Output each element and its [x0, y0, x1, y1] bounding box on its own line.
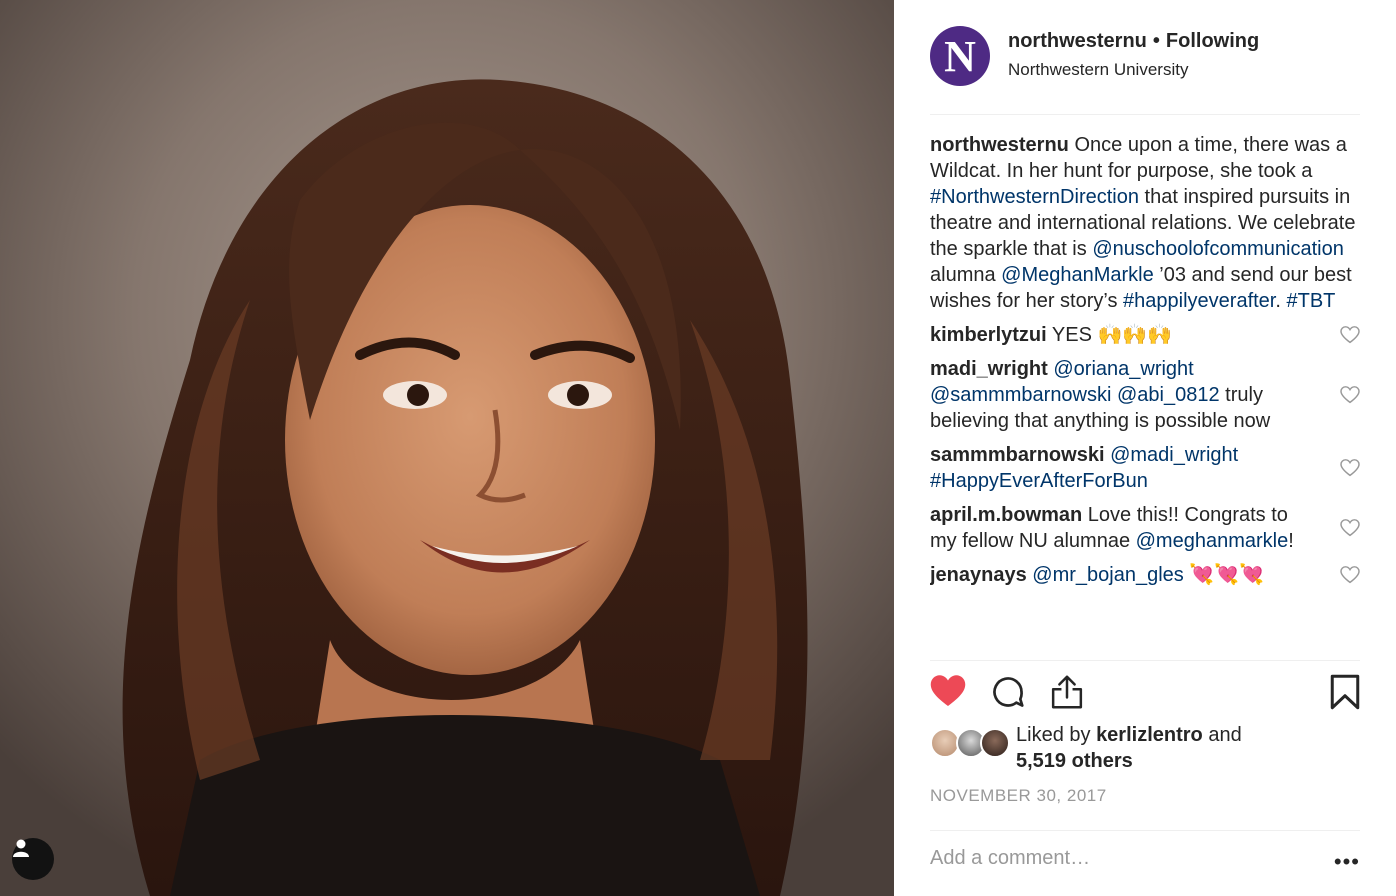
liker-avatar[interactable]	[980, 728, 1010, 758]
comment-username[interactable]: kimberlytzui	[930, 324, 1047, 346]
share-icon[interactable]	[1050, 674, 1084, 710]
comment-text: 💘💘💘	[1183, 564, 1265, 586]
avatar[interactable]: N	[930, 26, 990, 86]
mention-link[interactable]: @meghanmarkle	[1136, 530, 1289, 552]
likes-summary: Liked by kerlizlentro and 5,519 others	[930, 722, 1360, 778]
comments-feed[interactable]: northwesternu Once upon a time, there wa…	[930, 132, 1360, 660]
follow-status-button[interactable]: Following	[1166, 30, 1259, 52]
more-options-icon[interactable]: •••	[1334, 849, 1360, 875]
comment-text: !	[1288, 530, 1294, 552]
location-link[interactable]: Northwestern University	[1008, 60, 1188, 80]
comment-username[interactable]: madi_wright	[930, 358, 1048, 380]
post-date[interactable]: NOVEMBER 30, 2017	[930, 786, 1107, 806]
post-photo[interactable]	[0, 0, 894, 896]
divider	[930, 660, 1360, 661]
header-username[interactable]: northwesternu	[1008, 30, 1147, 52]
mention-link[interactable]: @MeghanMarkle	[1001, 264, 1154, 286]
likes-count[interactable]: 5,519 others	[1016, 750, 1133, 772]
mention-link[interactable]: @mr_bojan_gles	[1027, 564, 1184, 586]
post-header: N northwesternu • Following Northwestern U…	[930, 26, 1360, 115]
post-detail-panel: N northwesternu • Following Northwestern U…	[894, 0, 1396, 896]
likes-prefix: Liked by	[1016, 724, 1097, 746]
hashtag-link[interactable]: #happilyeverafter	[1123, 290, 1275, 312]
comment-text: YES 🙌🙌🙌	[1046, 324, 1173, 346]
header-username-row: northwesternu • Following	[1008, 30, 1259, 53]
comment-item: kimberlytzui YES 🙌🙌🙌	[930, 322, 1360, 348]
likes-text: Liked by kerlizlentro and 5,519 others	[1016, 722, 1242, 774]
add-comment-bar: Add a comment… •••	[930, 830, 1360, 887]
liker-username[interactable]: kerlizlentro	[1096, 724, 1203, 746]
action-bar	[930, 674, 1360, 714]
caption-text: alumna	[930, 264, 1002, 286]
comment-item: sammmbarnowski @madi_wright #HappyEverAf…	[930, 442, 1360, 494]
hashtag-link[interactable]: #NorthwesternDirection	[930, 186, 1139, 208]
heart-filled-icon[interactable]	[930, 674, 966, 708]
heart-outline-icon[interactable]	[1340, 566, 1360, 584]
caption: northwesternu Once upon a time, there wa…	[930, 132, 1360, 314]
comment-item: april.m.bowman Love this!! Congrats to m…	[930, 502, 1360, 554]
heart-outline-icon[interactable]	[1340, 459, 1360, 477]
comment-item: jenaynays @mr_bojan_gles 💘💘💘	[930, 562, 1360, 588]
caption-text: .	[1275, 290, 1287, 312]
mention-link[interactable]: @nuschoolofcommunication	[1092, 238, 1344, 260]
comment-username[interactable]: jenaynays	[930, 564, 1027, 586]
likes-mid: and	[1202, 724, 1242, 746]
comment-username[interactable]: april.m.bowman	[930, 504, 1082, 526]
heart-outline-icon[interactable]	[1340, 326, 1360, 344]
separator-dot: •	[1152, 30, 1160, 52]
comment-item: madi_wright @oriana_wright @sammmbarnows…	[930, 356, 1360, 434]
comment-username[interactable]: sammmbarnowski	[930, 444, 1105, 466]
caption-username[interactable]: northwesternu	[930, 134, 1069, 156]
comment-icon[interactable]	[990, 674, 1026, 710]
heart-outline-icon[interactable]	[1340, 519, 1360, 537]
comment-input[interactable]: Add a comment…	[930, 847, 1090, 870]
heart-outline-icon[interactable]	[1340, 386, 1360, 404]
portrait-illustration	[0, 0, 894, 896]
user-tag-icon[interactable]	[12, 838, 54, 880]
avatar-letter: N	[944, 31, 976, 81]
bookmark-icon[interactable]	[1330, 674, 1360, 710]
hashtag-link[interactable]: #TBT	[1286, 290, 1335, 312]
